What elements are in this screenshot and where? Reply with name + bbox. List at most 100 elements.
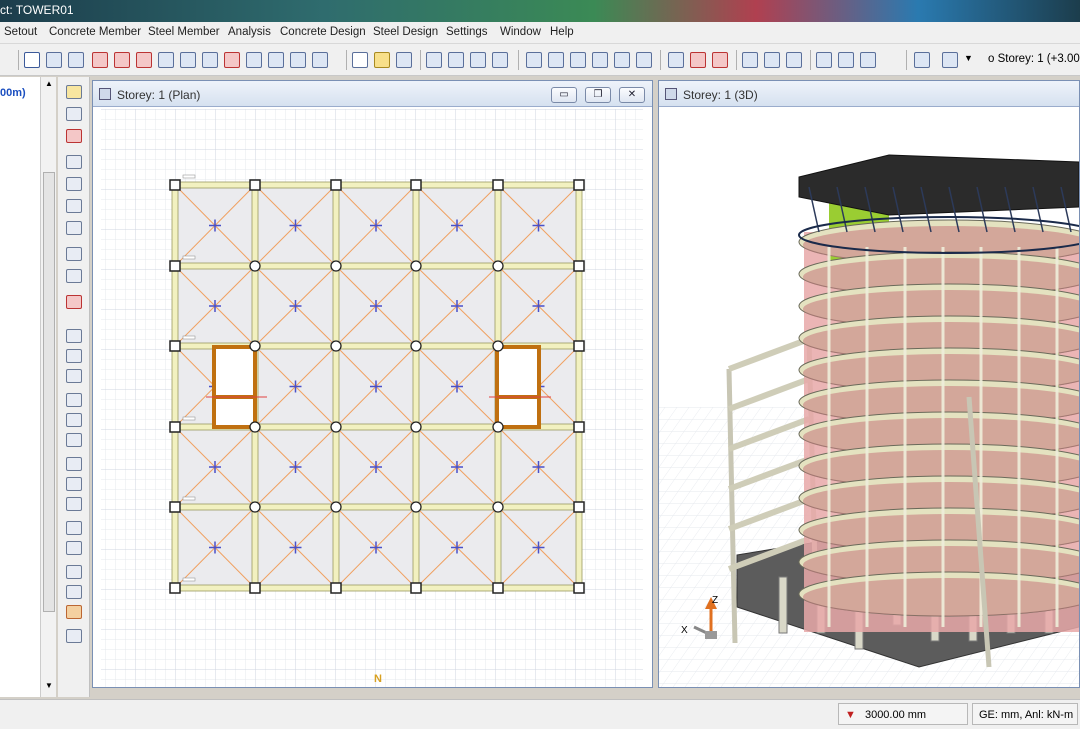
building-icon[interactable] xyxy=(838,52,854,68)
close-button[interactable]: ✕ xyxy=(619,87,645,103)
3d-canvas[interactable]: Z X xyxy=(659,107,1079,687)
scroll-up-icon[interactable]: ▲ xyxy=(45,79,53,88)
beam-icon[interactable] xyxy=(136,52,152,68)
wall-edit-icon[interactable] xyxy=(66,477,82,491)
line-icon[interactable] xyxy=(46,52,62,68)
grid-icon[interactable] xyxy=(68,52,84,68)
table-icon[interactable] xyxy=(470,52,486,68)
rotate-icon[interactable] xyxy=(290,52,306,68)
plan-window: Storey: 1 (Plan) ▭ ❐ ✕ N xyxy=(92,80,653,688)
pile-icon[interactable] xyxy=(66,541,82,555)
load-case-icon[interactable] xyxy=(66,295,82,309)
pointer-icon[interactable] xyxy=(24,52,40,68)
scrollbar-thumb[interactable] xyxy=(43,172,55,612)
open-folder-icon[interactable] xyxy=(374,52,390,68)
minimize-button[interactable]: ▭ xyxy=(551,87,577,103)
zoom-window-icon[interactable] xyxy=(66,199,82,213)
slab-edit-icon[interactable] xyxy=(66,413,82,427)
member-edit-icon[interactable] xyxy=(66,349,82,363)
column-icon[interactable] xyxy=(92,52,108,68)
properties-icon[interactable] xyxy=(66,269,82,283)
sort-icon[interactable] xyxy=(66,585,82,599)
column-round xyxy=(249,501,261,513)
layers-icon[interactable] xyxy=(636,52,652,68)
zoom-icon[interactable] xyxy=(66,155,82,169)
menu-concrete-design[interactable]: Concrete Design xyxy=(280,26,366,38)
report-icon[interactable] xyxy=(492,52,508,68)
group-icon[interactable] xyxy=(66,565,82,579)
pattern-icon[interactable] xyxy=(816,52,832,68)
menu-concrete-member[interactable]: Concrete Member xyxy=(49,26,141,38)
optimize-icon[interactable] xyxy=(786,52,802,68)
column-square xyxy=(573,501,585,513)
section-icon[interactable] xyxy=(526,52,542,68)
move-icon[interactable] xyxy=(268,52,284,68)
elevation-cell: ▼ 3000.00 mm xyxy=(838,703,968,725)
menu-setout[interactable]: Setout xyxy=(4,26,37,38)
frame-icon[interactable] xyxy=(224,52,240,68)
new-file-icon[interactable] xyxy=(352,52,368,68)
list-icon[interactable] xyxy=(914,52,930,68)
zoom-extents-icon[interactable] xyxy=(66,221,82,235)
zoom-previous-icon[interactable] xyxy=(66,177,82,191)
elevation-icon[interactable] xyxy=(548,52,564,68)
column-square xyxy=(573,421,585,433)
grid-view-icon[interactable] xyxy=(860,52,876,68)
menu-help[interactable]: Help xyxy=(550,26,574,38)
view-icon[interactable] xyxy=(614,52,630,68)
chevron-down-icon[interactable]: ▼ xyxy=(964,53,973,63)
view3d-window-titlebar[interactable]: Storey: 1 (3D) xyxy=(659,81,1079,107)
restore-button[interactable]: ❐ xyxy=(585,87,611,103)
preview-icon[interactable] xyxy=(448,52,464,68)
plan-window-titlebar[interactable]: Storey: 1 (Plan) ▭ ❐ ✕ xyxy=(93,81,652,107)
wall-check-icon[interactable] xyxy=(66,497,82,511)
design-member-icon[interactable] xyxy=(764,52,780,68)
mesh-icon[interactable] xyxy=(690,52,706,68)
wall-list-icon[interactable] xyxy=(66,457,82,471)
slab-icon[interactable] xyxy=(158,52,174,68)
member-check-icon[interactable] xyxy=(66,369,82,383)
report-grid-icon[interactable] xyxy=(66,605,82,619)
tree-node-storey[interactable]: 00m) xyxy=(0,87,26,99)
storey-select-icon[interactable] xyxy=(942,52,958,68)
check-design-icon[interactable] xyxy=(742,52,758,68)
beam-horizontal xyxy=(172,262,582,270)
frame-analysis-icon[interactable] xyxy=(712,52,728,68)
footing-icon[interactable] xyxy=(180,52,196,68)
plan-canvas[interactable]: N xyxy=(93,107,652,687)
column-square xyxy=(249,582,261,594)
menu-steel-design[interactable]: Steel Design xyxy=(373,26,438,38)
export-icon[interactable] xyxy=(66,629,82,643)
roof-icon[interactable] xyxy=(592,52,608,68)
bracing-icon[interactable] xyxy=(570,52,586,68)
status-bar: ▼ 3000.00 mm GE: mm, Anl: kN-m xyxy=(0,699,1080,729)
wall-icon[interactable] xyxy=(114,52,130,68)
menu-window[interactable]: Window xyxy=(500,26,541,38)
print-icon[interactable] xyxy=(426,52,442,68)
save-icon[interactable] xyxy=(396,52,412,68)
load-icon[interactable] xyxy=(668,52,684,68)
opening-icon[interactable] xyxy=(246,52,262,68)
copy-icon[interactable] xyxy=(312,52,328,68)
menu-analysis[interactable]: Analysis xyxy=(228,26,271,38)
snap-icon[interactable] xyxy=(66,107,82,121)
slab-list-icon[interactable] xyxy=(66,393,82,407)
menu-steel-member[interactable]: Steel Member xyxy=(148,26,220,38)
scroll-down-icon[interactable]: ▼ xyxy=(45,681,53,690)
column-square xyxy=(410,582,422,594)
pencil-icon[interactable] xyxy=(66,85,82,99)
column-round xyxy=(410,501,422,513)
tree-scrollbar[interactable]: ▲ ▼ xyxy=(40,77,56,697)
footing-list-icon[interactable] xyxy=(66,521,82,535)
slab-check-icon[interactable] xyxy=(66,433,82,447)
menu-settings[interactable]: Settings xyxy=(446,26,488,38)
stair-icon[interactable] xyxy=(202,52,218,68)
column-round xyxy=(330,421,342,433)
plan-window-title: Storey: 1 (Plan) xyxy=(117,88,201,102)
select-icon[interactable] xyxy=(66,247,82,261)
storey-indicator[interactable]: o Storey: 1 (+3.00 xyxy=(988,53,1080,65)
main-toolbar: ▼ o Storey: 1 (+3.00 xyxy=(0,44,1080,76)
member-list-icon[interactable] xyxy=(66,329,82,343)
column-round xyxy=(249,340,261,352)
dimension-icon[interactable] xyxy=(66,129,82,143)
